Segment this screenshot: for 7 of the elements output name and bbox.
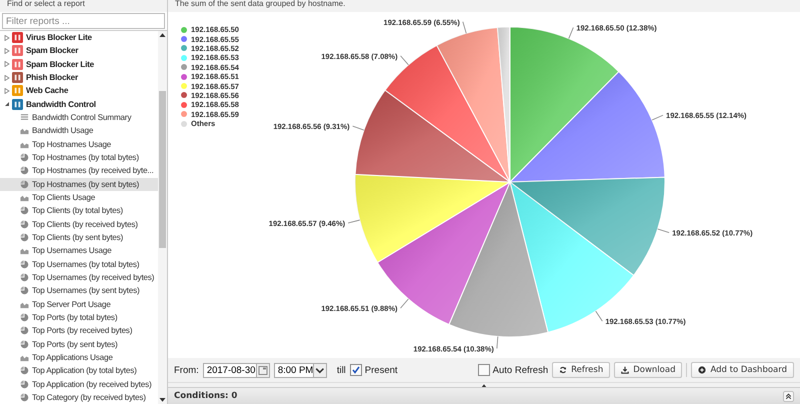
report-description: The sum of the sent data grouped by hostname.	[174, 0, 346, 10]
checkbox-label: Auto Refresh	[492, 364, 548, 376]
conditions-title: Conditions: 0	[174, 391, 238, 401]
till-label: till	[336, 364, 346, 376]
checkbox-label: Present	[364, 364, 398, 376]
from-label: From:	[174, 364, 199, 376]
panel-title: Find or select a report	[0, 0, 167, 12]
